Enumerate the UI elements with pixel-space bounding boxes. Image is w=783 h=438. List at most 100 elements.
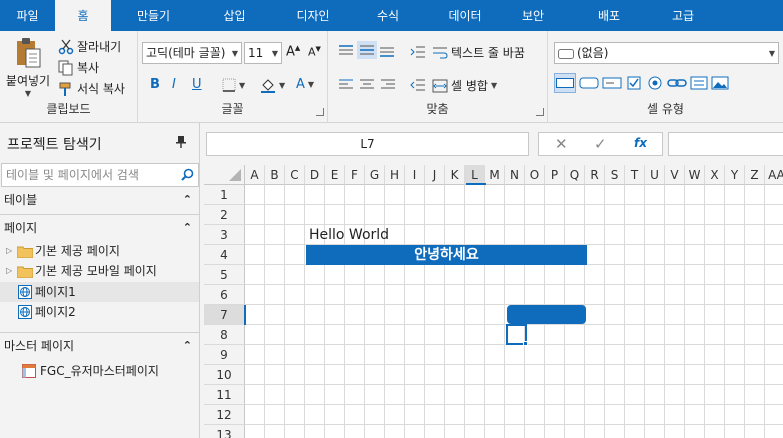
outdent-button[interactable] xyxy=(410,78,426,92)
column-header[interactable]: D xyxy=(305,165,325,185)
column-header[interactable]: C xyxy=(285,165,305,185)
format-painter-button[interactable]: 서식 복사 xyxy=(58,80,125,97)
fill-handle[interactable] xyxy=(523,341,528,346)
row-header[interactable]: 12 xyxy=(204,405,245,425)
column-header[interactable]: X xyxy=(705,165,725,185)
font-dialog-launcher-icon[interactable] xyxy=(316,108,324,116)
tab-data[interactable]: 데이터 xyxy=(423,0,507,31)
row-header[interactable]: 3 xyxy=(204,225,245,245)
bold-button[interactable]: B xyxy=(150,77,160,92)
tab-security[interactable]: 보안 xyxy=(507,0,559,31)
column-header[interactable]: I xyxy=(405,165,425,185)
column-header[interactable]: AA xyxy=(765,165,783,185)
tables-section-header[interactable]: 테이블 ⌃ xyxy=(0,190,200,210)
tree-item-page2[interactable]: 페이지2 xyxy=(0,302,199,322)
column-header[interactable]: M xyxy=(485,165,505,185)
search-icon[interactable] xyxy=(181,168,194,181)
button-cell-icon[interactable] xyxy=(579,75,599,91)
column-header[interactable]: Q xyxy=(565,165,585,185)
indent-button[interactable] xyxy=(410,45,426,59)
pages-section-header[interactable]: 페이지 ⌃ xyxy=(0,218,200,238)
cell-style-select[interactable]: (없음) ▼ xyxy=(554,42,779,64)
column-header[interactable]: T xyxy=(625,165,645,185)
column-header[interactable]: H xyxy=(385,165,405,185)
column-header[interactable]: W xyxy=(685,165,705,185)
font-color-button[interactable]: A ▼ xyxy=(296,77,314,92)
list-cell-icon[interactable] xyxy=(690,75,708,91)
paste-button[interactable]: 붙여넣기 ▼ xyxy=(4,37,52,99)
align-top-button[interactable] xyxy=(338,44,354,58)
row-header[interactable]: 1 xyxy=(204,185,245,205)
cell-hello-world[interactable]: Hello World xyxy=(309,225,389,245)
wrap-text-button[interactable]: 텍스트 줄 바꿈 xyxy=(432,44,525,61)
column-header[interactable]: K xyxy=(445,165,465,185)
text-cell-icon[interactable] xyxy=(602,75,622,91)
tab-create[interactable]: 만들기 xyxy=(111,0,196,31)
align-left-button[interactable] xyxy=(338,78,354,92)
align-right-button[interactable] xyxy=(380,78,396,92)
column-header[interactable]: O xyxy=(525,165,545,185)
row-header[interactable]: 9 xyxy=(204,345,245,365)
row-header[interactable]: 10 xyxy=(204,365,245,385)
column-header[interactable]: Y xyxy=(725,165,745,185)
tab-home[interactable]: 홈 xyxy=(55,0,111,31)
column-header[interactable]: R xyxy=(585,165,605,185)
pin-icon[interactable] xyxy=(176,136,186,151)
row-header[interactable]: 8 xyxy=(204,325,245,345)
tab-file[interactable]: 파일 xyxy=(0,0,55,31)
blue-button-cell[interactable] xyxy=(507,305,586,324)
cell-area[interactable]: Hello World 안녕하세요 xyxy=(245,185,783,438)
row-header[interactable]: 5 xyxy=(204,265,245,285)
font-shrink-button[interactable]: A▼ xyxy=(308,45,321,59)
checkbox-cell-icon[interactable] xyxy=(625,75,643,91)
master-pages-section-header[interactable]: 마스터 페이지 ⌃ xyxy=(0,336,200,356)
column-header[interactable]: S xyxy=(605,165,625,185)
column-header[interactable]: U xyxy=(645,165,665,185)
cancel-icon[interactable]: ✕ xyxy=(555,135,568,153)
column-header[interactable]: E xyxy=(325,165,345,185)
font-size-select[interactable]: 11 ▼ xyxy=(244,42,282,64)
column-header[interactable]: Z xyxy=(745,165,765,185)
merge-cells-button[interactable]: 셀 병합 ▼ xyxy=(432,77,497,94)
column-header[interactable]: A xyxy=(245,165,265,185)
row-header[interactable]: 13 xyxy=(204,425,245,438)
align-bottom-button[interactable] xyxy=(379,44,395,58)
tab-deploy[interactable]: 배포 xyxy=(559,0,659,31)
tree-item-page1[interactable]: 페이지1 xyxy=(0,282,199,302)
link-cell-icon[interactable] xyxy=(667,75,687,91)
italic-button[interactable]: I xyxy=(172,77,176,92)
column-header[interactable]: J xyxy=(425,165,445,185)
spreadsheet-grid[interactable]: A B C D E F G H I J K L M N O P Q R S T U V W X Y Z AA 1 2 3 4 5 6 7 8 9 10… xyxy=(204,165,783,438)
column-header[interactable]: P xyxy=(545,165,565,185)
font-grow-button[interactable]: A▲ xyxy=(286,44,300,59)
row-header[interactable]: 2 xyxy=(204,205,245,225)
underline-button[interactable]: U xyxy=(192,77,202,92)
align-middle-button[interactable] xyxy=(357,41,377,59)
copy-button[interactable]: 복사 xyxy=(58,59,99,76)
radio-cell-icon[interactable] xyxy=(646,75,664,91)
confirm-icon[interactable]: ✓ xyxy=(594,135,607,153)
formula-input[interactable] xyxy=(668,132,783,156)
border-button[interactable]: ▼ xyxy=(222,78,245,92)
select-all-corner[interactable] xyxy=(204,165,245,185)
function-icon[interactable]: fx xyxy=(634,136,647,150)
column-header[interactable]: V xyxy=(665,165,685,185)
align-center-button[interactable] xyxy=(359,78,375,92)
cell-banner[interactable]: 안녕하세요 xyxy=(306,245,587,265)
tab-insert[interactable]: 삽입 xyxy=(196,0,273,31)
column-header[interactable]: N xyxy=(505,165,525,185)
tab-formula[interactable]: 수식 xyxy=(353,0,423,31)
column-header[interactable]: F xyxy=(345,165,365,185)
tree-item-master-page[interactable]: FGC_유저마스터페이지 xyxy=(0,361,199,381)
column-header[interactable]: B xyxy=(265,165,285,185)
fill-color-button[interactable]: ▼ xyxy=(260,77,285,93)
explorer-search-input[interactable]: 테이블 및 페이지에서 검색 xyxy=(1,163,199,187)
tab-advanced[interactable]: 고급 xyxy=(659,0,707,31)
cell-type-general[interactable] xyxy=(554,73,576,93)
row-header[interactable]: 7 xyxy=(204,305,245,325)
alignment-dialog-launcher-icon[interactable] xyxy=(536,108,544,116)
row-header[interactable]: 6 xyxy=(204,285,245,305)
row-header[interactable]: 11 xyxy=(204,385,245,405)
row-header[interactable]: 4 xyxy=(204,245,245,265)
image-cell-icon[interactable] xyxy=(711,75,729,91)
